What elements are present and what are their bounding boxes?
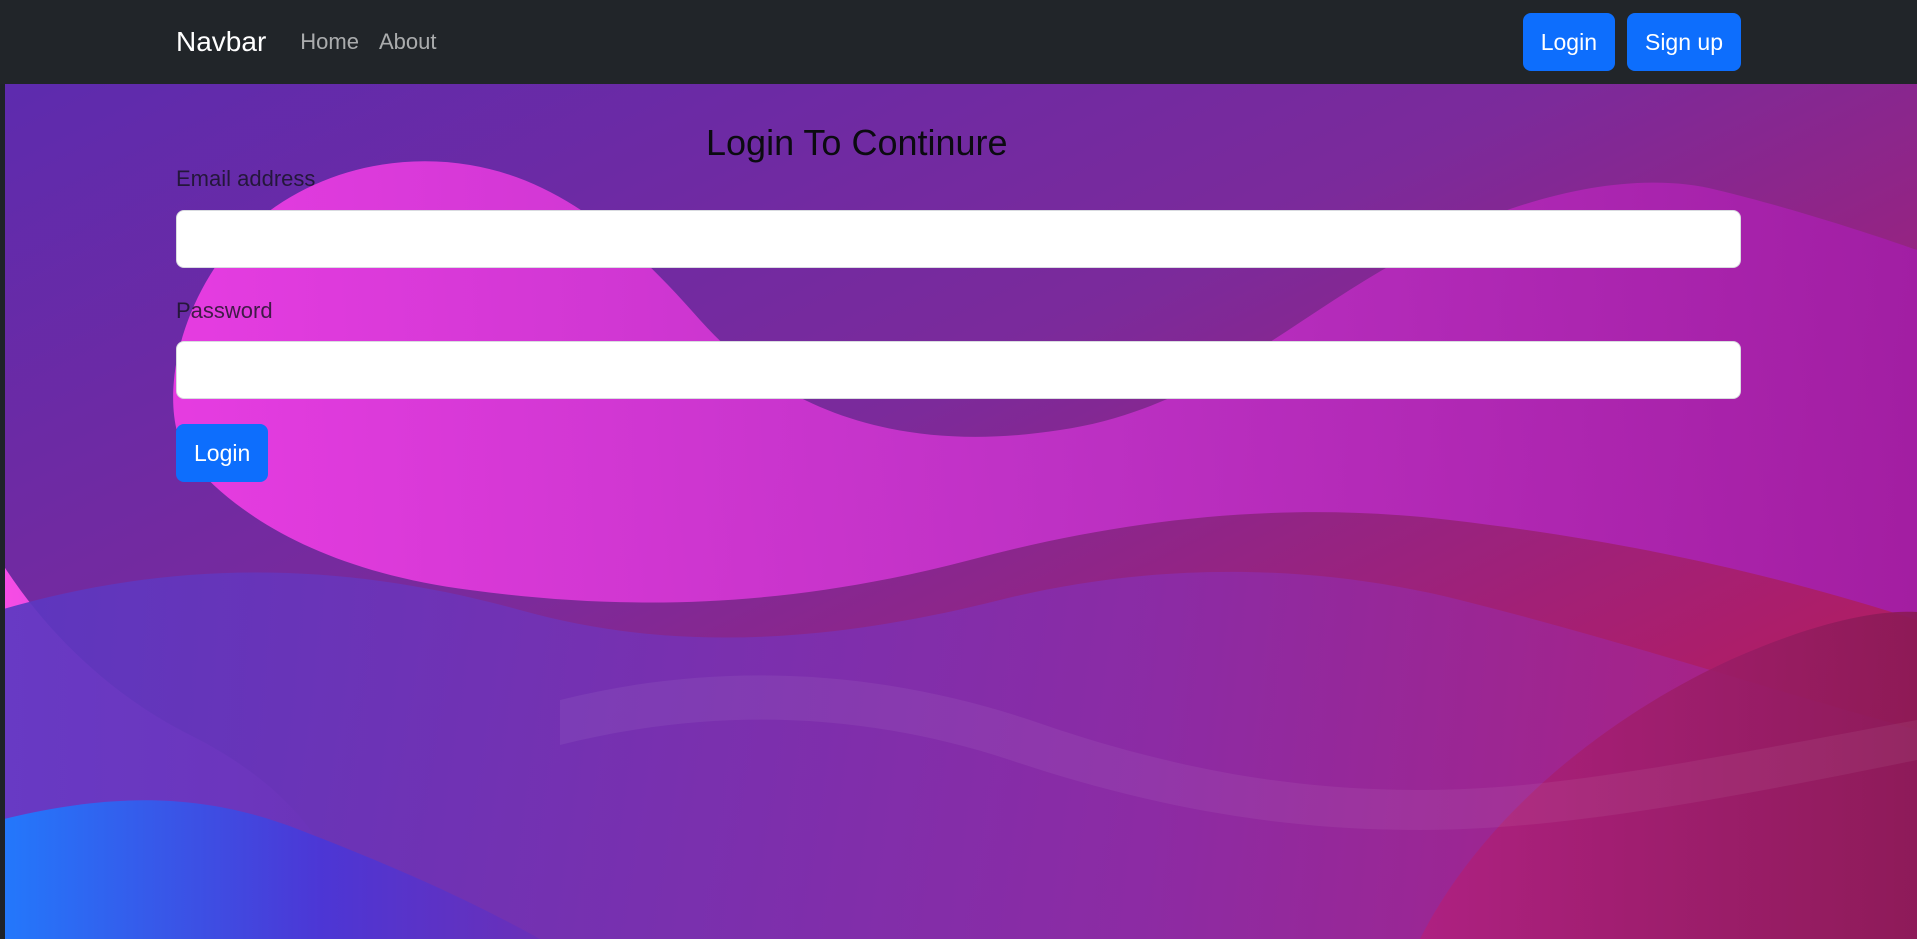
nav-link-about[interactable]: About xyxy=(379,31,437,53)
login-submit-button[interactable]: Login xyxy=(176,424,269,482)
nav-link-home[interactable]: Home xyxy=(300,31,359,53)
navbar-left: Navbar Home About xyxy=(176,28,456,56)
top-navbar: Navbar Home About Login Sign up xyxy=(0,0,1917,84)
password-label: Password xyxy=(176,298,273,323)
email-label: Email address xyxy=(176,166,316,191)
login-title: Login To Continure xyxy=(706,122,1008,163)
password-input[interactable] xyxy=(176,341,1741,399)
email-input[interactable] xyxy=(176,210,1741,268)
navbar-right: Login Sign up xyxy=(1522,13,1741,71)
left-edge-strip xyxy=(0,0,5,939)
navbar-container: Navbar Home About Login Sign up xyxy=(176,0,1741,84)
navbar-login-button[interactable]: Login xyxy=(1522,13,1615,71)
navbar-brand[interactable]: Navbar xyxy=(176,28,266,56)
navbar-signup-button[interactable]: Sign up xyxy=(1626,13,1741,71)
